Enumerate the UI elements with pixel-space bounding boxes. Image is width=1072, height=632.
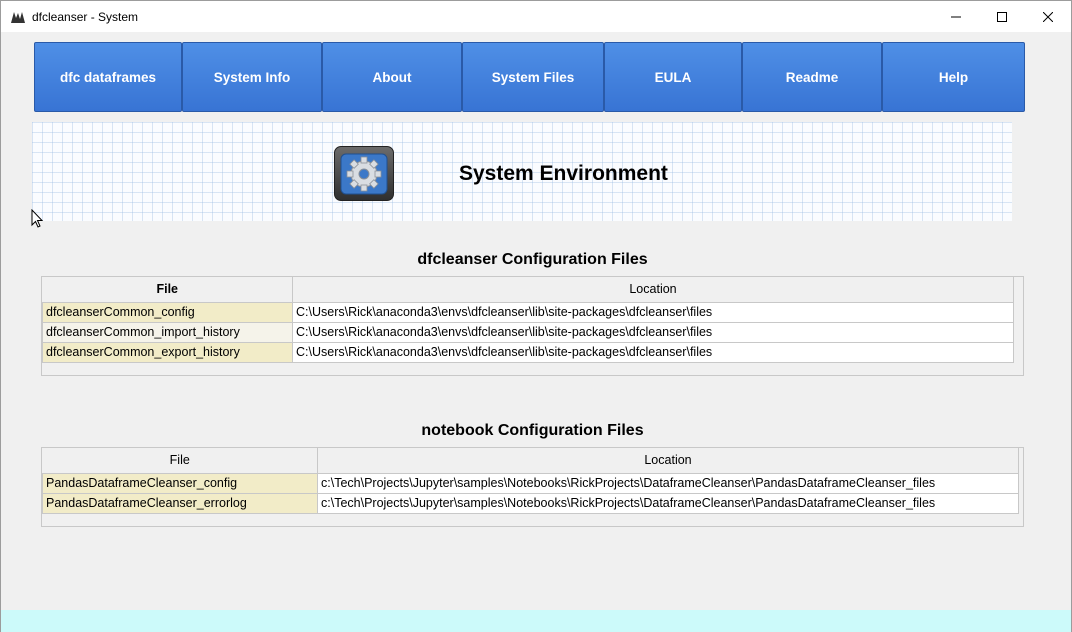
- title-bar: dfcleanser - System: [1, 1, 1071, 32]
- nav-system-files-button[interactable]: System Files: [462, 42, 604, 112]
- system-environment-banner: System Environment: [32, 122, 1012, 221]
- file-column-header[interactable]: File: [42, 448, 318, 474]
- notebook-config-table: File Location PandasDataframeCleanser_co…: [41, 447, 1024, 527]
- app-logo-icon: [10, 9, 26, 25]
- table-row[interactable]: dfcleanserCommon_config C:\Users\Rick\an…: [42, 301, 1014, 323]
- nav-readme-button[interactable]: Readme: [742, 42, 882, 112]
- file-cell[interactable]: dfcleanserCommon_config: [42, 301, 293, 323]
- close-icon: [1043, 11, 1053, 22]
- location-cell[interactable]: c:\Tech\Projects\Jupyter\samples\Noteboo…: [317, 472, 1019, 494]
- maximize-icon: [997, 11, 1007, 22]
- file-column-header[interactable]: File: [42, 277, 293, 303]
- close-button[interactable]: [1025, 1, 1071, 32]
- nav-eula-button[interactable]: EULA: [604, 42, 742, 112]
- location-cell[interactable]: C:\Users\Rick\anaconda3\envs\dfcleanser\…: [292, 301, 1014, 323]
- location-cell[interactable]: c:\Tech\Projects\Jupyter\samples\Noteboo…: [317, 492, 1019, 514]
- file-cell[interactable]: PandasDataframeCleanser_errorlog: [42, 492, 318, 514]
- table-row[interactable]: dfcleanserCommon_import_history C:\Users…: [42, 321, 1014, 343]
- file-cell[interactable]: dfcleanserCommon_import_history: [42, 321, 293, 343]
- location-column-header[interactable]: Location: [292, 277, 1014, 303]
- dfc-config-title: dfcleanser Configuration Files: [417, 251, 648, 268]
- dfc-config-table: File Location dfcleanserCommon_config C:…: [41, 276, 1024, 376]
- nav-about-button[interactable]: About: [322, 42, 462, 112]
- location-column-header[interactable]: Location: [317, 448, 1019, 474]
- window-controls: [933, 1, 1071, 32]
- file-cell[interactable]: dfcleanserCommon_export_history: [42, 341, 293, 363]
- table-row[interactable]: PandasDataframeCleanser_errorlog c:\Tech…: [42, 492, 1019, 514]
- location-cell[interactable]: C:\Users\Rick\anaconda3\envs\dfcleanser\…: [292, 321, 1014, 343]
- location-cell[interactable]: C:\Users\Rick\anaconda3\envs\dfcleanser\…: [292, 341, 1014, 363]
- main-nav: dfc dataframes System Info About System …: [34, 42, 1025, 112]
- notebook-config-title: notebook Configuration Files: [421, 422, 644, 439]
- table-row[interactable]: PandasDataframeCleanser_config c:\Tech\P…: [42, 472, 1019, 494]
- banner-title: System Environment: [459, 162, 668, 185]
- table-row[interactable]: dfcleanserCommon_export_history C:\Users…: [42, 341, 1014, 363]
- nav-dfc-dataframes-button[interactable]: dfc dataframes: [34, 42, 182, 112]
- gear-icon: [334, 146, 394, 201]
- window-title: dfcleanser - System: [32, 9, 139, 24]
- file-cell[interactable]: PandasDataframeCleanser_config: [42, 472, 318, 494]
- minimize-button[interactable]: [933, 1, 979, 32]
- app-window: dfcleanser - System dfc dataframes Syste…: [0, 0, 1072, 632]
- nav-help-button[interactable]: Help: [882, 42, 1025, 112]
- status-bar: [1, 610, 1071, 632]
- maximize-button[interactable]: [979, 1, 1025, 32]
- minimize-icon: [951, 16, 961, 17]
- nav-system-info-button[interactable]: System Info: [182, 42, 322, 112]
- mouse-cursor-icon: [31, 208, 45, 234]
